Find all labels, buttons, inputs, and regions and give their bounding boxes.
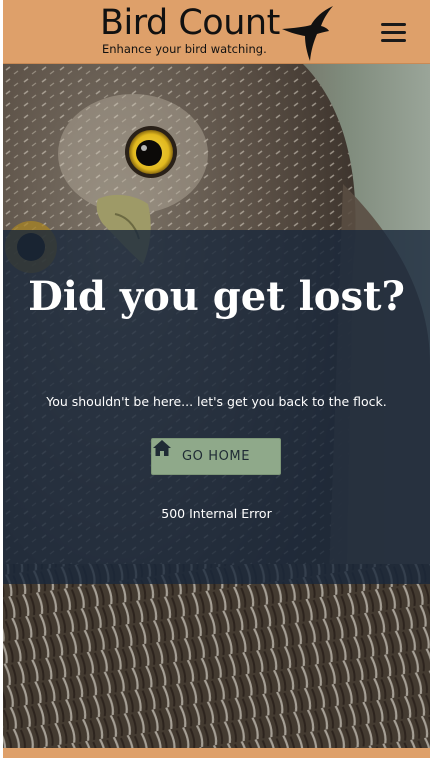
navbar: Bird Count Enhance your bird watching. — [3, 0, 430, 64]
go-home-label: GO HOME — [181, 449, 251, 464]
error-overlay: Did you get lost? You shouldn't be here.… — [3, 230, 430, 584]
error-headline: Did you get lost? — [28, 273, 405, 320]
house-icon — [153, 440, 171, 456]
bird-icon — [282, 6, 333, 61]
error-code: 500 Internal Error — [161, 506, 272, 521]
brand-logo-link[interactable]: Bird Count Enhance your bird watching. — [100, 3, 335, 61]
hero-section: Did you get lost? You shouldn't be here.… — [3, 64, 430, 748]
footer — [3, 748, 430, 758]
error-message: You shouldn't be here... let's get you b… — [46, 394, 387, 409]
brand-title: Bird Count — [100, 3, 280, 43]
go-home-button[interactable]: GO HOME — [151, 438, 281, 475]
page: Bird Count Enhance your bird watching. D… — [3, 0, 430, 758]
brand-tagline: Enhance your bird watching. — [102, 42, 267, 56]
menu-toggle-button[interactable] — [373, 18, 409, 48]
